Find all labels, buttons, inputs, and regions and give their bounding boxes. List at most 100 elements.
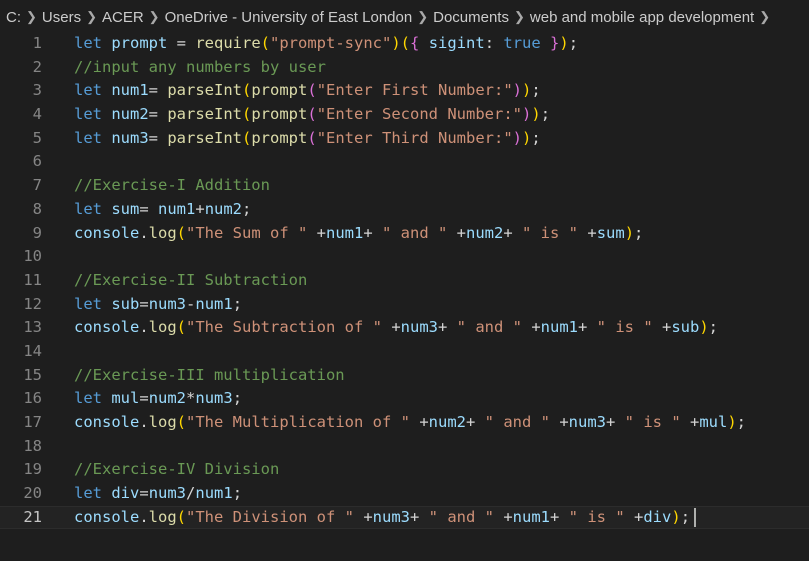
code-token: num2 [148,389,187,408]
code-token: " and " [484,413,550,431]
code-text: console.log("The Division of " +num3+ " … [74,506,697,530]
code-token: //Exercise-III multiplication [74,365,345,384]
breadcrumb-item[interactable]: web and mobile app development [530,9,754,26]
code-token: "The Division of " [186,507,354,526]
line-number: 14 [23,341,42,360]
code-token: num3 [148,294,187,313]
code-line[interactable]: 2 //input any numbers by user [0,56,809,80]
code-token: let [74,81,102,100]
code-token: num2 [111,105,149,124]
code-token: ) [671,507,681,526]
code-token: ) [512,81,522,100]
code-token: * [186,389,196,408]
code-line[interactable]: 3 let num1= parseInt(prompt("Enter First … [0,79,809,103]
code-line[interactable]: 19 //Exercise-IV Division [0,458,809,482]
code-token: console [74,223,140,242]
code-token: let [74,105,102,124]
code-token: ) [727,413,737,431]
code-token: ; [232,484,243,503]
line-number: 2 [32,57,42,76]
code-token: mul [699,413,728,431]
code-line[interactable]: 12 let sub=num3-num1; [0,293,809,317]
line-number: 17 [23,413,42,431]
code-token: + [409,413,429,431]
code-token: " and " [428,507,494,526]
code-token: / [186,484,196,503]
code-token: + [605,413,625,431]
code-token: ; [242,199,252,218]
code-line[interactable]: 14 [0,340,809,364]
code-line[interactable]: 15 //Exercise-III multiplication [0,364,809,388]
code-line[interactable]: 5 let num3= parseInt(prompt("Enter Third … [0,127,809,151]
code-token: ) [522,81,532,100]
code-token: log [148,223,177,242]
code-token: ( [260,34,271,52]
line-number: 4 [32,105,42,124]
code-line[interactable]: 8 let sum= num1+num2; [0,198,809,222]
code-text: //Exercise-I Addition [74,174,270,198]
code-token: ) [522,105,532,124]
code-token: ; [736,413,747,431]
code-token: parseInt [167,105,242,124]
code-token: log [148,318,177,337]
code-line[interactable]: 13 console.log("The Subtraction of " +num… [0,316,809,340]
chevron-right-icon: ❯ [759,9,771,24]
code-token: + [410,507,429,526]
code-line[interactable]: 20 let div=num3/num1; [0,482,809,506]
code-line[interactable]: 18 [0,435,809,459]
code-token: sum [596,223,625,242]
code-token: let [74,128,102,147]
code-token: . [139,413,149,431]
code-token: ( [307,128,317,147]
code-token: console [74,318,140,337]
code-token: "The Multiplication of " [186,413,410,431]
code-token: sub [111,294,140,313]
code-token: num1 [111,81,149,100]
code-token: ; [540,105,551,124]
breadcrumb-item[interactable]: Documents [433,9,509,26]
chevron-right-icon: ❯ [148,9,160,24]
breadcrumb-item[interactable]: ACER [102,9,144,26]
code-token: + [549,413,569,431]
code-token: "Enter First Number:" [316,81,513,100]
code-line[interactable]: 7 //Exercise-I Addition [0,174,809,198]
code-token: . [139,318,149,337]
code-text: let num3= parseInt(prompt("Enter Third N… [74,127,541,151]
code-token: ( [307,81,317,100]
code-line[interactable]: 16 let mul=num2*num3; [0,387,809,411]
code-token: + [307,223,327,242]
code-line[interactable]: 6 [0,150,809,174]
code-token: sigint [428,34,485,52]
code-token: " is " [522,223,579,242]
code-editor[interactable]: 1 let prompt = require("prompt-sync")({ s… [0,32,809,561]
breadcrumb-item[interactable]: C: [6,9,21,26]
code-line[interactable]: 9 console.log("The Sum of " +num1+ " and … [0,222,809,246]
code-text: console.log("The Subtraction of " +num3+… [74,316,718,340]
line-number: 18 [23,436,42,455]
code-text: //Exercise-II Subtraction [74,269,307,293]
code-token: ( [176,318,187,337]
code-line[interactable]: 11 //Exercise-II Subtraction [0,269,809,293]
code-text: let sub=num3-num1; [74,293,242,317]
code-token: = [148,128,168,147]
code-token: prompt [251,128,308,147]
breadcrumb-item[interactable]: OneDrive - University of East London [165,9,413,26]
code-line[interactable]: 4 let num2= parseInt(prompt("Enter Second… [0,103,809,127]
code-token: true [503,34,541,52]
code-token: + [503,223,523,242]
code-token: ) [559,34,569,52]
code-line[interactable]: 17 console.log("The Multiplication of " +… [0,411,809,435]
code-text: let num1= parseInt(prompt("Enter First N… [74,79,541,103]
code-token: prompt [251,81,308,100]
code-line[interactable]: 1 let prompt = require("prompt-sync")({ s… [0,32,809,56]
code-token: num2 [428,413,466,431]
code-line[interactable]: 10 [0,245,809,269]
code-token: ( [307,105,317,124]
chevron-right-icon: ❯ [86,9,97,24]
code-token: + [578,223,597,242]
code-token: ) [512,128,522,147]
code-line[interactable]: 21 console.log("The Division of " +num3+ … [0,505,809,530]
code-token: + [494,507,513,526]
breadcrumb-item[interactable]: Users [42,9,81,26]
